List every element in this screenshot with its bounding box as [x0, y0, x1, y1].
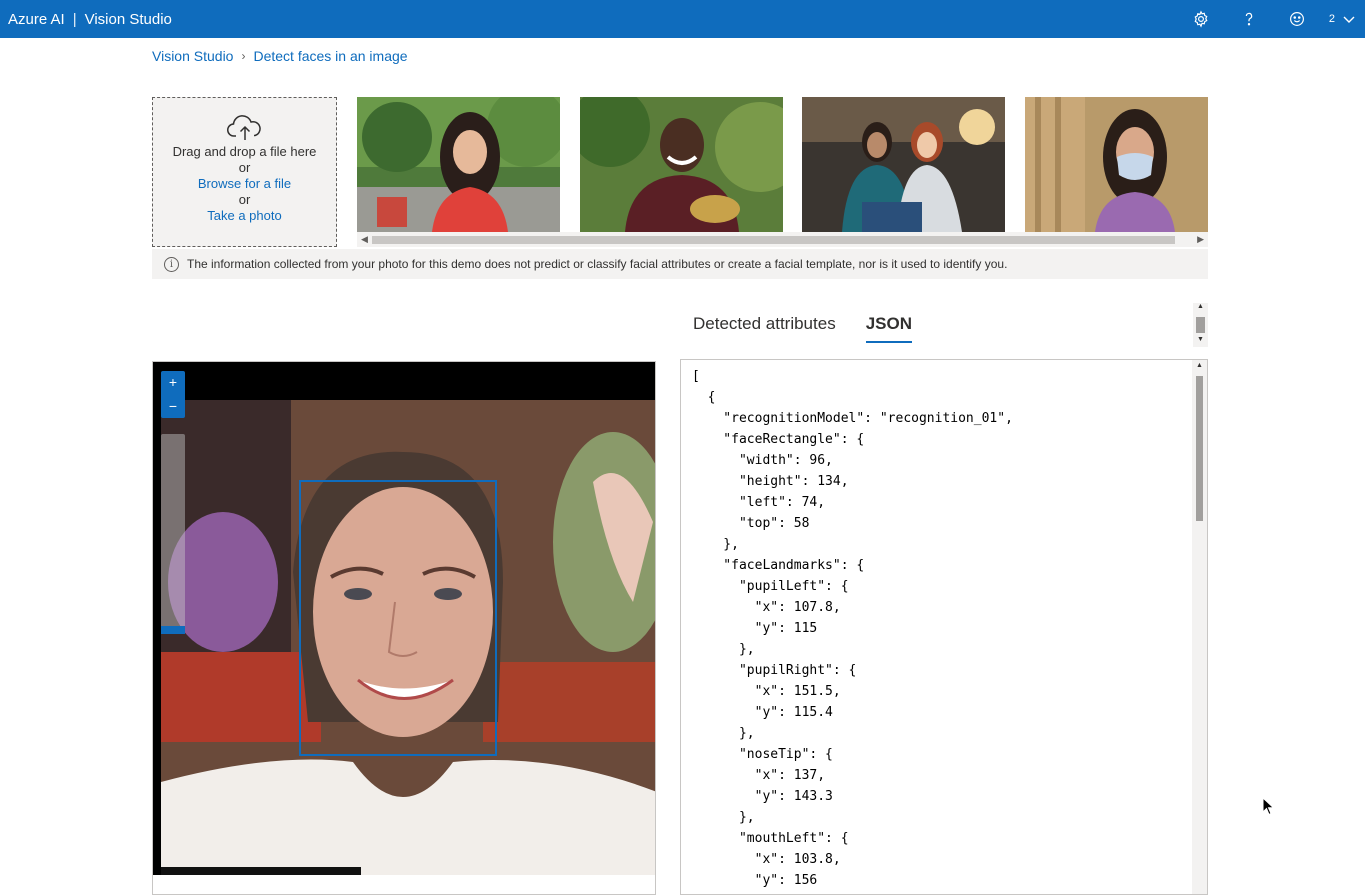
brand-separator: | [72, 10, 77, 28]
brand-name: Azure AI [8, 10, 65, 28]
zoom-controls: + − [161, 371, 185, 418]
chevron-down-icon [1343, 16, 1355, 23]
zoom-slider-handle[interactable] [161, 626, 185, 634]
sample-image-1[interactable] [357, 97, 560, 232]
account-menu[interactable]: 2 [1321, 13, 1365, 25]
sample-image-2[interactable] [580, 97, 783, 232]
face-bounding-box [299, 480, 497, 756]
json-scroll-thumb[interactable] [1196, 376, 1203, 521]
json-output-text: [ { "recognitionModel": "recognition_01"… [692, 369, 1013, 888]
scroll-down-icon[interactable]: ▼ [1197, 336, 1204, 343]
tabs-scrollbar[interactable]: ▲ ▼ [1193, 303, 1208, 347]
chevron-right-icon: › [241, 49, 246, 63]
zoom-slider[interactable] [161, 434, 185, 634]
mouse-cursor [1262, 796, 1276, 822]
account-badge: 2 [1328, 13, 1335, 25]
sample-image-4[interactable] [1025, 97, 1208, 232]
question-icon[interactable] [1225, 0, 1273, 38]
json-scrollbar[interactable]: ▲ [1192, 360, 1207, 894]
breadcrumb: Vision Studio › Detect faces in an image [152, 48, 408, 64]
sample-image-3[interactable] [802, 97, 1005, 232]
or-text: or [238, 192, 251, 207]
take-photo-link[interactable]: Take a photo [153, 208, 336, 224]
brand[interactable]: Azure AI | Vision Studio [0, 11, 172, 28]
image-viewer: + − [152, 361, 656, 895]
minus-icon[interactable]: − [161, 395, 185, 417]
tabs-scroll-thumb[interactable] [1196, 317, 1205, 333]
tab-detected-attributes[interactable]: Detected attributes [693, 314, 836, 343]
json-output-panel[interactable]: [ { "recognitionModel": "recognition_01"… [680, 359, 1208, 895]
product-name: Vision Studio [84, 10, 172, 28]
sample-gallery [357, 97, 1208, 232]
upload-dropzone[interactable]: Drag and drop a file here or Browse for … [152, 97, 337, 247]
privacy-info-banner: i The information collected from your ph… [152, 249, 1208, 279]
cloud-upload-icon [153, 114, 336, 144]
scroll-up-icon[interactable]: ▲ [1196, 362, 1203, 369]
breadcrumb-current[interactable]: Detect faces in an image [253, 48, 407, 64]
scroll-right-icon[interactable]: ▶ [1197, 234, 1204, 245]
browse-file-link[interactable]: Browse for a file [153, 176, 336, 192]
plus-icon[interactable]: + [161, 371, 185, 393]
scroll-left-icon[interactable]: ◀ [361, 234, 368, 245]
tab-json[interactable]: JSON [865, 314, 912, 343]
gear-icon[interactable] [1177, 0, 1225, 38]
or-text: or [238, 160, 251, 175]
analyzed-photo [153, 362, 655, 875]
drag-drop-text: Drag and drop a file here [172, 144, 317, 159]
info-icon: i [164, 256, 179, 272]
privacy-info-text: The information collected from your phot… [187, 257, 1008, 271]
smiley-icon[interactable] [1273, 0, 1321, 38]
gallery-scroll-thumb[interactable] [372, 236, 1175, 244]
top-bar: Azure AI | Vision Studio 2 [0, 0, 1365, 38]
top-actions: 2 [1177, 0, 1365, 38]
result-tabs: Detected attributes JSON [693, 314, 912, 343]
gallery-scrollbar[interactable]: ◀ ▶ [357, 232, 1208, 247]
scroll-up-icon[interactable]: ▲ [1197, 303, 1204, 310]
breadcrumb-root[interactable]: Vision Studio [152, 48, 233, 64]
